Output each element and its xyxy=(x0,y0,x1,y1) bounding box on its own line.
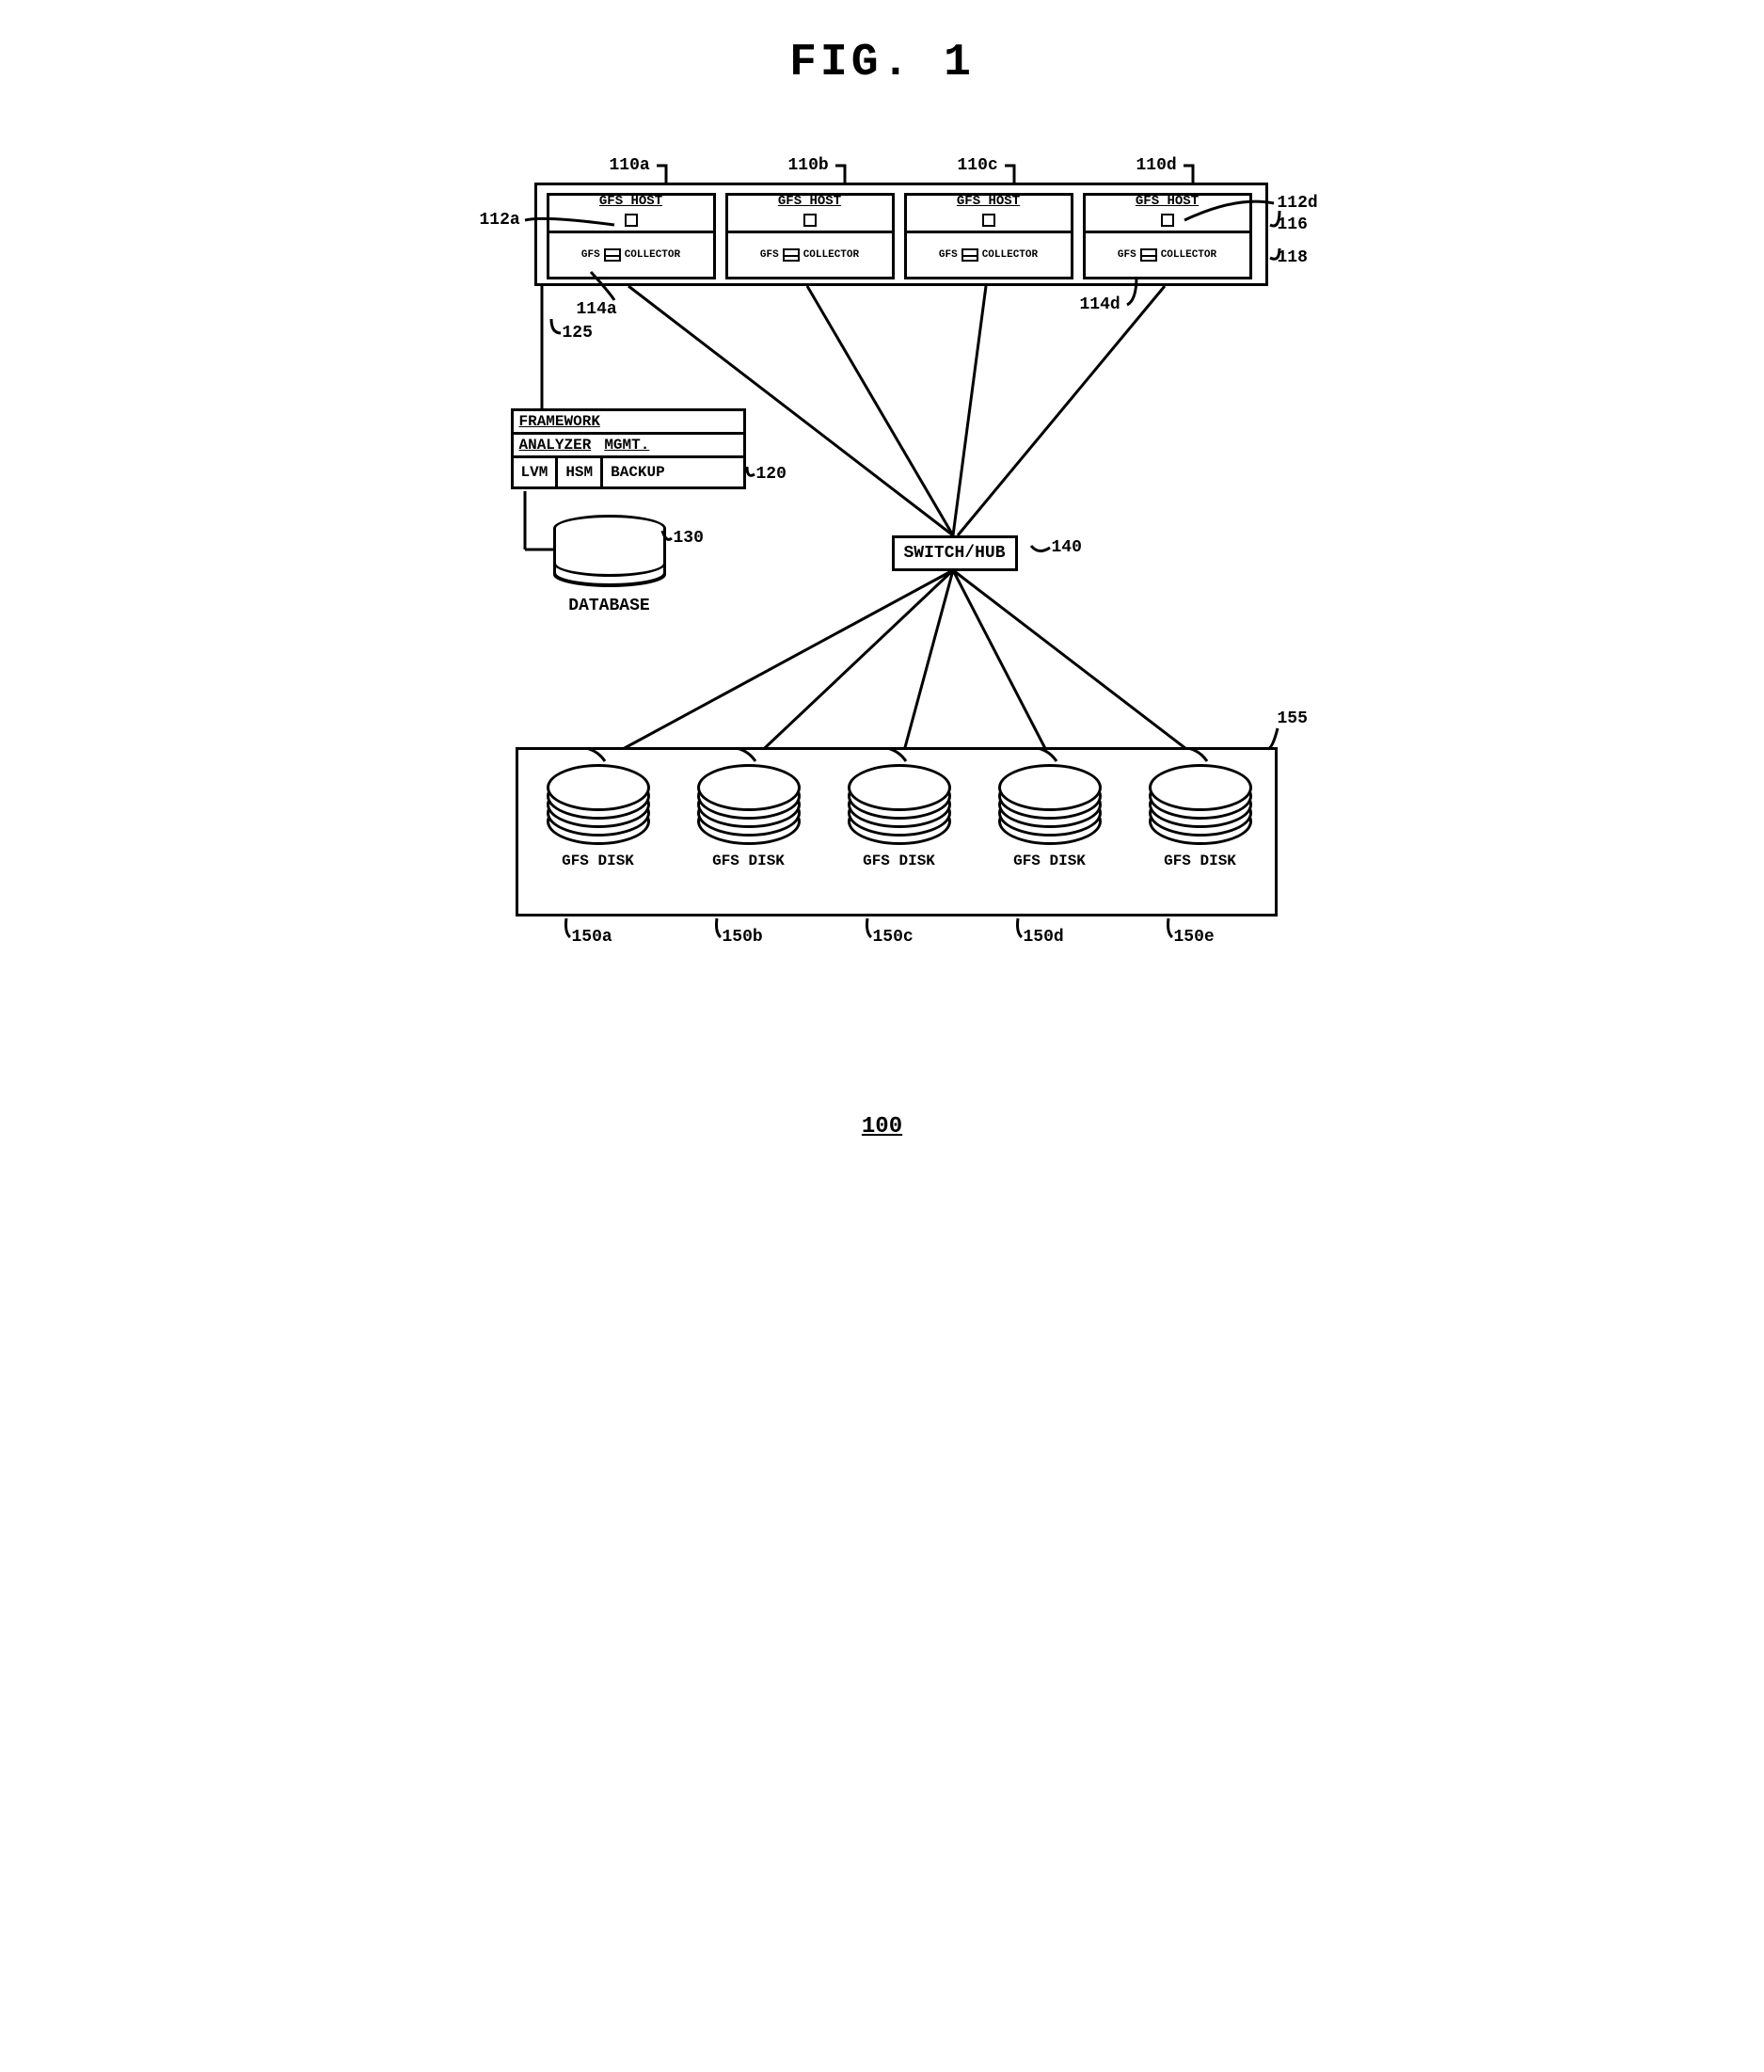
framework-title: FRAMEWORK xyxy=(514,411,743,435)
disk-stack-icon xyxy=(1149,764,1252,839)
framework-mgmt: MGMT. xyxy=(604,437,649,454)
collector-label: COLLECTOR xyxy=(803,249,859,261)
database-cylinder: DATABASE xyxy=(553,531,666,606)
ref-150d: 150d xyxy=(1024,928,1064,947)
ref-114d: 114d xyxy=(1080,295,1120,314)
collector-row: GFS COLLECTOR xyxy=(907,233,1071,277)
diagram: 110a 110b 110c 110d GFS HOST GFS COLLECT… xyxy=(459,145,1306,1086)
host-marker-icon xyxy=(1161,214,1174,227)
collector-row: GFS COLLECTOR xyxy=(728,233,892,277)
host-label: GFS HOST xyxy=(907,194,1071,209)
disk-mini-icon xyxy=(961,248,978,262)
disk-mini-icon xyxy=(604,248,621,262)
gfs-disk-d: GFS DISK xyxy=(979,764,1120,869)
disk-label: GFS DISK xyxy=(1130,853,1271,869)
figure-number: 100 xyxy=(412,1114,1353,1140)
switch-hub-box: SWITCH/HUB xyxy=(892,535,1018,571)
collector-gfs: GFS xyxy=(760,249,779,261)
ref-110b: 110b xyxy=(788,156,829,175)
disk-label: GFS DISK xyxy=(678,853,819,869)
collector-label: COLLECTOR xyxy=(982,249,1038,261)
cylinder-icon xyxy=(553,531,666,587)
gfs-host-a: GFS HOST GFS COLLECTOR xyxy=(547,193,716,279)
host-label: GFS HOST xyxy=(728,194,892,209)
ref-116: 116 xyxy=(1278,215,1308,234)
gfs-disk-c: GFS DISK xyxy=(829,764,970,869)
ref-150e: 150e xyxy=(1174,928,1215,947)
framework-lvm: LVM xyxy=(514,458,559,486)
disk-stack-icon xyxy=(697,764,801,839)
host-label: GFS HOST xyxy=(1086,194,1249,209)
ref-112a: 112a xyxy=(480,211,520,230)
collector-label: COLLECTOR xyxy=(1161,249,1216,261)
framework-box: FRAMEWORK ANALYZER MGMT. LVM HSM BACKUP xyxy=(511,408,746,489)
gfs-host-c: GFS HOST GFS COLLECTOR xyxy=(904,193,1073,279)
disk-mini-icon xyxy=(783,248,800,262)
ref-150a: 150a xyxy=(572,928,612,947)
ref-155: 155 xyxy=(1278,709,1308,728)
figure-title: FIG. 1 xyxy=(412,38,1353,88)
ref-114a: 114a xyxy=(577,300,617,319)
disk-label: GFS DISK xyxy=(979,853,1120,869)
disks-outer: GFS DISK GFS DISK GFS DISK GFS DISK xyxy=(516,747,1278,916)
disk-label: GFS DISK xyxy=(528,853,669,869)
collector-row: GFS COLLECTOR xyxy=(1086,233,1249,277)
ref-110c: 110c xyxy=(958,156,998,175)
host-marker-icon xyxy=(982,214,995,227)
disk-label: GFS DISK xyxy=(829,853,970,869)
ref-110d: 110d xyxy=(1136,156,1177,175)
disk-stack-icon xyxy=(848,764,951,839)
database-label: DATABASE xyxy=(553,597,666,615)
gfs-host-b: GFS HOST GFS COLLECTOR xyxy=(725,193,895,279)
hosts-outer: GFS HOST GFS COLLECTOR GFS HOST GFS CO xyxy=(534,183,1268,286)
framework-backup: BACKUP xyxy=(603,458,673,486)
gfs-disk-b: GFS DISK xyxy=(678,764,819,869)
framework-hsm: HSM xyxy=(558,458,603,486)
collector-gfs: GFS xyxy=(581,249,600,261)
host-marker-icon xyxy=(803,214,817,227)
framework-analyzer: ANALYZER xyxy=(519,437,592,454)
host-marker-icon xyxy=(625,214,638,227)
gfs-disk-e: GFS DISK xyxy=(1130,764,1271,869)
disk-mini-icon xyxy=(1140,248,1157,262)
gfs-host-d: GFS HOST GFS COLLECTOR xyxy=(1083,193,1252,279)
ref-150c: 150c xyxy=(873,928,914,947)
ref-112d: 112d xyxy=(1278,194,1318,213)
ref-110a: 110a xyxy=(610,156,650,175)
ref-130: 130 xyxy=(674,529,704,548)
gfs-disk-a: GFS DISK xyxy=(528,764,669,869)
collector-gfs: GFS xyxy=(1118,249,1136,261)
ref-120: 120 xyxy=(756,465,787,484)
disk-stack-icon xyxy=(998,764,1102,839)
ref-140: 140 xyxy=(1052,538,1082,557)
ref-150b: 150b xyxy=(723,928,763,947)
ref-118: 118 xyxy=(1278,248,1308,267)
ref-125: 125 xyxy=(563,324,593,343)
disk-stack-icon xyxy=(547,764,650,839)
collector-row: GFS COLLECTOR xyxy=(549,233,713,277)
host-label: GFS HOST xyxy=(549,194,713,209)
collector-label: COLLECTOR xyxy=(625,249,680,261)
collector-gfs: GFS xyxy=(939,249,958,261)
